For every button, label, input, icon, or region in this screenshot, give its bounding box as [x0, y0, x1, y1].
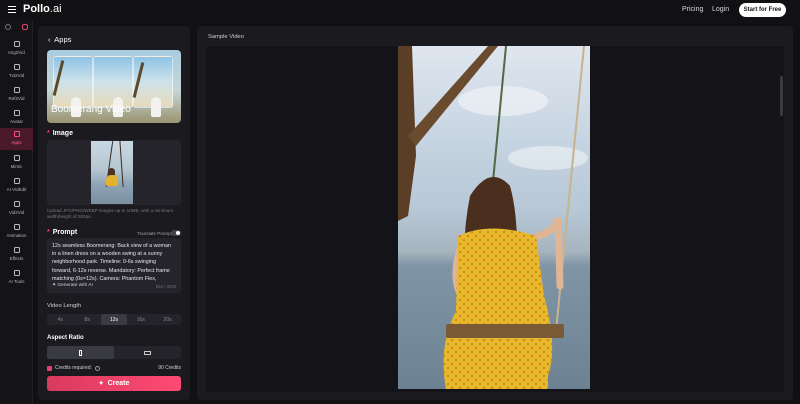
video-length-label: Video Length — [47, 303, 82, 309]
sidebar-item-ai-tools[interactable]: AI Tools — [0, 267, 33, 289]
sidebar-item-apps[interactable]: Apps — [0, 128, 33, 150]
aspect-portrait-option[interactable] — [47, 346, 114, 359]
sidebar-item-label: Vid2Vid — [8, 210, 25, 215]
sidebar-item-avatar[interactable]: Avatar — [0, 107, 33, 129]
generate-with-ai-button[interactable]: ✦ Generate with AI — [52, 283, 93, 288]
sidebar-item-ai-videdit[interactable]: AI VidEdit — [0, 175, 33, 197]
translate-prompt-toggle[interactable] — [171, 230, 181, 236]
portrait-icon — [78, 349, 83, 356]
sidebar-item-label: Ref2Vid — [8, 96, 25, 101]
generate-with-ai-label: Generate with AI — [57, 283, 93, 288]
sparkle-icon: ✦ — [52, 283, 57, 288]
aspect-ratio-label: Aspect Ratio — [47, 335, 84, 341]
credits-row: Credits required: 90 Credits — [47, 365, 181, 373]
sidebar-item-animation[interactable]: Animation — [0, 221, 33, 243]
sidebar-item-mimic[interactable]: Mimic — [0, 152, 33, 174]
sidebar-item-label: Mimic — [10, 164, 23, 169]
sparkle-icon: ✦ — [98, 381, 104, 387]
sidebar-item-label: Txt2Vid — [8, 73, 25, 78]
swing-scene — [398, 46, 585, 389]
video-to-video-icon — [13, 201, 20, 207]
swing-rope — [119, 141, 124, 187]
image-to-video-icon — [13, 41, 20, 47]
uploaded-image — [91, 141, 133, 204]
prompt-input[interactable]: 12s seamless Boomerang: Back view of a w… — [47, 238, 181, 293]
video-edit-icon — [13, 178, 20, 184]
credits-icon — [47, 366, 52, 371]
text-to-video-icon — [13, 64, 20, 70]
translate-prompt-label: Translate Prompt — [137, 231, 173, 236]
settings-panel: ‹ Apps Boomerang Video * Image Upload JPG… — [38, 26, 190, 400]
back-label: Apps — [54, 35, 72, 44]
sidebar-item-label: AI VidEdit — [6, 187, 27, 192]
length-option-16s[interactable]: 16s — [127, 314, 154, 325]
video-mode-icon[interactable] — [21, 23, 28, 30]
animation-icon — [13, 224, 20, 230]
sidebar-item-label: Effects — [9, 256, 24, 261]
preview-panel: Sample Video — [197, 26, 793, 400]
image-section-text: Image — [52, 130, 73, 137]
length-option-12s[interactable]: 12s — [100, 314, 128, 325]
sidebar-item-label: Apps — [11, 140, 22, 145]
landscape-icon — [144, 350, 151, 355]
sidebar-item-label: Animation — [6, 233, 27, 238]
tools-icon — [13, 270, 20, 276]
sidebar-item-vid2vid[interactable]: Vid2Vid — [0, 198, 33, 220]
woman-dress — [106, 175, 118, 186]
info-icon[interactable] — [95, 365, 100, 371]
aspect-ratio-selector — [47, 346, 181, 359]
sidebar: Img2Vid Txt2Vid Ref2Vid Avatar Apps Mimi… — [0, 20, 33, 404]
menu-icon[interactable] — [8, 6, 16, 14]
logo-text: Pollo — [23, 3, 50, 15]
prompt-section-text: Prompt — [52, 229, 78, 236]
image-section-label: * Image — [47, 130, 73, 137]
banner-title: Boomerang Video — [51, 104, 131, 115]
logo-suffix: .ai — [49, 3, 62, 15]
create-button[interactable]: ✦ Create — [47, 376, 181, 391]
nav-login[interactable]: Login — [712, 6, 729, 13]
length-option-8s[interactable]: 8s — [74, 314, 101, 325]
sidebar-item-label: AI Tools — [8, 279, 25, 284]
sample-video-label: Sample Video — [208, 34, 244, 40]
sidebar-item-ref2vid[interactable]: Ref2Vid — [0, 84, 33, 106]
prompt-text[interactable]: 12s seamless Boomerang: Back view of a w… — [52, 242, 176, 282]
start-for-free-button[interactable]: Start for Free — [739, 3, 786, 17]
video-length-selector: 4s 8s 12s 16s 20s — [47, 314, 181, 325]
logo[interactable]: Pollo.ai — [23, 3, 62, 15]
rail-mode-switch — [0, 20, 33, 33]
globe-icon[interactable] — [5, 23, 12, 30]
effects-icon — [13, 247, 20, 253]
sidebar-item-label: Img2Vid — [8, 50, 25, 55]
nav-pricing[interactable]: Pricing — [682, 6, 703, 13]
video-stage — [206, 46, 784, 392]
prompt-section-label: * Prompt — [47, 229, 78, 236]
image-upload-area[interactable] — [47, 140, 181, 205]
back-to-apps-link[interactable]: ‹ Apps — [48, 35, 71, 44]
aspect-landscape-option[interactable] — [114, 346, 181, 359]
create-label: Create — [107, 380, 130, 387]
mimic-icon — [13, 155, 20, 161]
avatar-icon — [13, 110, 20, 116]
credits-value: 90 Credits — [158, 365, 181, 371]
character-counter: 553 / 4000 — [155, 284, 176, 289]
reference-to-video-icon — [13, 87, 20, 93]
apps-icon — [13, 131, 20, 137]
woman-figure — [151, 97, 161, 117]
upload-hint: Upload JPG/PNG/WEBP images up to 10MB, w… — [47, 208, 174, 219]
sidebar-item-img2vid[interactable]: Img2Vid — [0, 38, 33, 60]
credits-label: Credits required: — [55, 365, 92, 371]
length-option-20s[interactable]: 20s — [154, 314, 181, 325]
scrollbar[interactable] — [780, 76, 783, 116]
chevron-left-icon: ‹ — [48, 35, 51, 44]
length-option-4s[interactable]: 4s — [47, 314, 74, 325]
sidebar-item-label: Avatar — [10, 119, 23, 124]
top-bar: Pollo.ai Pricing Login Start for Free — [0, 0, 800, 20]
sidebar-item-effects[interactable]: Effects — [0, 244, 33, 266]
sample-video-player[interactable] — [398, 46, 590, 389]
sidebar-item-txt2vid[interactable]: Txt2Vid — [0, 61, 33, 83]
app-banner: Boomerang Video — [47, 50, 181, 123]
